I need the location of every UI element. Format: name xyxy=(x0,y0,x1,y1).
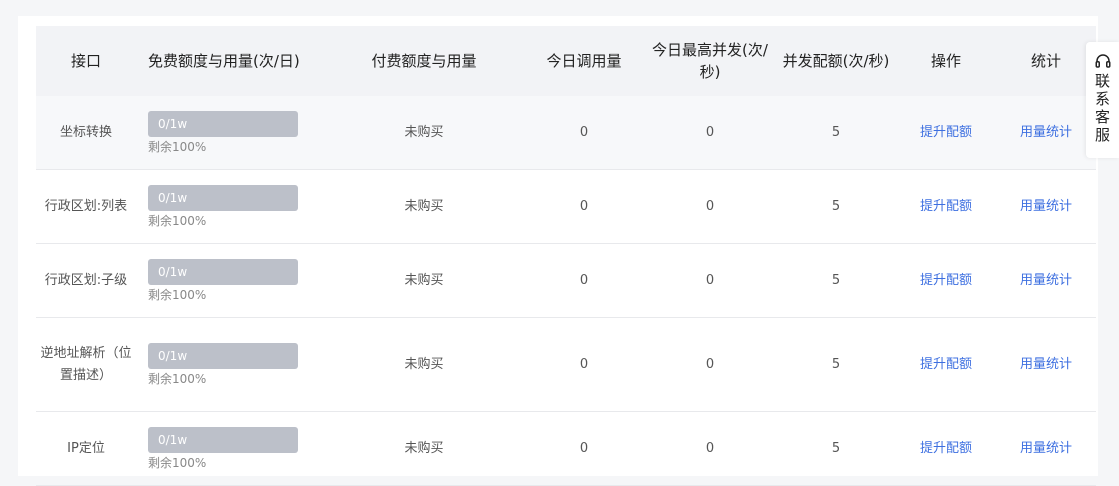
peak-concurrency: 0 xyxy=(644,317,776,412)
free-quota-cell: 0/1w 剩余100% xyxy=(136,317,324,412)
concurrency-quota: 5 xyxy=(776,317,896,412)
table-row: 坐标转换 0/1w 剩余100% 未购买 0 0 5 提升配额 用量统计 xyxy=(36,96,1096,170)
api-name: 坐标转换 xyxy=(36,96,136,170)
action-cell: 提升配额 xyxy=(896,411,996,486)
peak-concurrency: 0 xyxy=(644,169,776,244)
peak-concurrency: 0 xyxy=(644,411,776,486)
table-header-row: 接口 免费额度与用量(次/日) 付费额度与用量 今日调用量 今日最高并发(次/秒… xyxy=(36,26,1096,96)
quota-progress-bar: 0/1w xyxy=(148,110,298,137)
quota-progress-bar: 0/1w xyxy=(148,258,298,285)
quota-remaining: 剩余100% xyxy=(148,371,207,386)
action-cell: 提升配额 xyxy=(896,317,996,412)
raise-quota-link[interactable]: 提升配额 xyxy=(920,441,972,456)
api-quota-table: 接口 免费额度与用量(次/日) 付费额度与用量 今日调用量 今日最高并发(次/秒… xyxy=(36,26,1096,486)
header-actions: 操作 xyxy=(896,26,996,96)
concurrency-quota: 5 xyxy=(776,243,896,318)
peak-concurrency: 0 xyxy=(644,96,776,170)
today-calls: 0 xyxy=(524,169,644,244)
api-name: IP定位 xyxy=(36,411,136,486)
today-calls: 0 xyxy=(524,317,644,412)
usage-stats-link[interactable]: 用量统计 xyxy=(1020,199,1072,214)
quota-usage: 0/1w xyxy=(158,432,188,447)
usage-stats-link[interactable]: 用量统计 xyxy=(1020,441,1072,456)
api-name: 行政区划:列表 xyxy=(36,169,136,244)
today-calls: 0 xyxy=(524,96,644,170)
action-cell: 提升配额 xyxy=(896,96,996,170)
peak-concurrency: 0 xyxy=(644,243,776,318)
raise-quota-link[interactable]: 提升配额 xyxy=(920,357,972,372)
today-calls: 0 xyxy=(524,243,644,318)
usage-stats-link[interactable]: 用量统计 xyxy=(1020,273,1072,288)
action-cell: 提升配额 xyxy=(896,169,996,244)
header-api: 接口 xyxy=(36,26,136,96)
quota-usage: 0/1w xyxy=(158,116,188,131)
today-calls: 0 xyxy=(524,411,644,486)
raise-quota-link[interactable]: 提升配额 xyxy=(920,125,972,140)
concurrency-quota: 5 xyxy=(776,96,896,170)
header-stats: 统计 xyxy=(996,26,1096,96)
free-quota-cell: 0/1w 剩余100% xyxy=(136,169,324,244)
usage-stats-link[interactable]: 用量统计 xyxy=(1020,125,1072,140)
header-paid-quota: 付费额度与用量 xyxy=(324,26,524,96)
contact-support-tab[interactable]: 联系客服 xyxy=(1086,42,1119,158)
paid-status: 未购买 xyxy=(324,169,524,244)
table-row: 行政区划:列表 0/1w 剩余100% 未购买 0 0 5 提升配额 用量统计 xyxy=(36,169,1096,244)
quota-usage: 0/1w xyxy=(158,348,188,363)
raise-quota-link[interactable]: 提升配额 xyxy=(920,273,972,288)
quota-remaining: 剩余100% xyxy=(148,213,207,228)
stats-cell: 用量统计 xyxy=(996,243,1096,318)
table-row: 逆地址解析（位置描述） 0/1w 剩余100% 未购买 0 0 5 提升配额 用… xyxy=(36,317,1096,412)
quota-progress-bar: 0/1w xyxy=(148,184,298,211)
free-quota-cell: 0/1w 剩余100% xyxy=(136,411,324,486)
header-peak-concurrency: 今日最高并发(次/秒) xyxy=(644,26,776,96)
paid-status: 未购买 xyxy=(324,96,524,170)
table-row: IP定位 0/1w 剩余100% 未购买 0 0 5 提升配额 用量统计 xyxy=(36,411,1096,486)
quota-usage: 0/1w xyxy=(158,190,188,205)
header-concurrency-quota: 并发配额(次/秒) xyxy=(776,26,896,96)
concurrency-quota: 5 xyxy=(776,169,896,244)
api-name: 行政区划:子级 xyxy=(36,243,136,318)
free-quota-cell: 0/1w 剩余100% xyxy=(136,96,324,170)
action-cell: 提升配额 xyxy=(896,243,996,318)
stats-cell: 用量统计 xyxy=(996,317,1096,412)
quota-progress-bar: 0/1w xyxy=(148,426,298,453)
table-row: 行政区划:子级 0/1w 剩余100% 未购买 0 0 5 提升配额 用量统计 xyxy=(36,243,1096,318)
header-free-quota: 免费额度与用量(次/日) xyxy=(136,26,324,96)
quota-remaining: 剩余100% xyxy=(148,287,207,302)
quota-remaining: 剩余100% xyxy=(148,455,207,470)
header-today-calls: 今日调用量 xyxy=(524,26,644,96)
concurrency-quota: 5 xyxy=(776,411,896,486)
quota-remaining: 剩余100% xyxy=(148,139,207,154)
paid-status: 未购买 xyxy=(324,317,524,412)
raise-quota-link[interactable]: 提升配额 xyxy=(920,199,972,214)
paid-status: 未购买 xyxy=(324,243,524,318)
contact-support-label: 联系客服 xyxy=(1094,72,1110,144)
usage-stats-link[interactable]: 用量统计 xyxy=(1020,357,1072,372)
quota-usage: 0/1w xyxy=(158,264,188,279)
quota-progress-bar: 0/1w xyxy=(148,342,298,369)
stats-cell: 用量统计 xyxy=(996,96,1096,170)
paid-status: 未购买 xyxy=(324,411,524,486)
stats-cell: 用量统计 xyxy=(996,411,1096,486)
headset-icon xyxy=(1095,54,1110,68)
stats-cell: 用量统计 xyxy=(996,169,1096,244)
free-quota-cell: 0/1w 剩余100% xyxy=(136,243,324,318)
api-name: 逆地址解析（位置描述） xyxy=(36,317,136,412)
